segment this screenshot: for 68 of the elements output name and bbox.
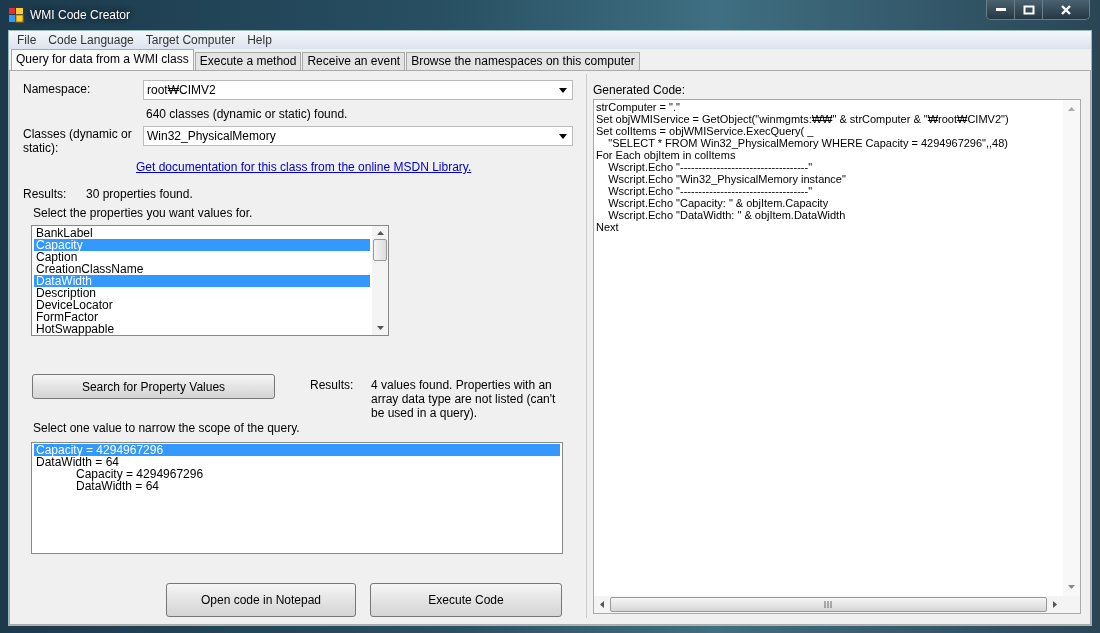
property-item[interactable]: Caption [34, 251, 370, 263]
property-item[interactable]: DeviceLocator [34, 299, 370, 311]
namespace-dropdown[interactable]: root₩CIMV2 [143, 80, 573, 100]
scroll-left-arrow-icon[interactable] [600, 601, 604, 608]
documentation-link[interactable]: Get documentation for this class from the online MSDN Library. [136, 160, 472, 174]
code-line: Wscript.Echo "DataWidth: " & objItem.DataWidth [607, 209, 847, 221]
scrollbar[interactable] [594, 596, 1080, 613]
property-item[interactable]: FormFactor [34, 311, 370, 323]
code-textarea[interactable] [593, 99, 1081, 614]
menu-item[interactable]: File [11, 33, 43, 47]
open-notepad-button[interactable]: Open code in Notepad [166, 583, 356, 617]
scrollbar[interactable] [1063, 100, 1080, 596]
scrollbar-thumb[interactable] [373, 239, 387, 261]
minimize-button[interactable] [987, 0, 1015, 19]
value-item[interactable]: DataWidth = 64 [34, 480, 560, 492]
property-item[interactable]: BankLabel [34, 227, 370, 239]
property-item[interactable]: Description [34, 287, 370, 299]
tab[interactable]: Execute a method [194, 52, 302, 70]
code-line: Set colItems = objWMIService.ExecQuery( _ [596, 125, 815, 137]
tab[interactable]: Query for data from a WMI class [11, 49, 194, 70]
classes-found-text: 640 classes (dynamic or static) found. [146, 106, 349, 122]
values-prompt: Select one value to narrow the scope of the query. [33, 421, 301, 435]
code-line: Wscript.Echo "-----------------------------------" [607, 161, 814, 173]
maximize-button[interactable] [1015, 0, 1043, 19]
scroll-down-arrow-icon[interactable] [376, 326, 384, 330]
namespace-label: Namespace: [23, 81, 92, 96]
properties-listbox[interactable]: BankLabel Capacity Caption CreationClassName DataWidth Description DeviceLocator FormFactor HotSwappable [31, 225, 389, 336]
property-item[interactable]: HotSwappable [34, 323, 370, 335]
values-results-label: Results: [310, 378, 355, 392]
grip-icon [824, 601, 833, 608]
scroll-right-arrow-icon[interactable] [1053, 601, 1057, 608]
execute-code-button[interactable]: Execute Code [370, 583, 562, 617]
scrollbar[interactable] [372, 226, 388, 335]
code-line: strComputer = "." [596, 101, 681, 113]
value-item[interactable]: DataWidth = 64 [34, 456, 560, 468]
scroll-down-arrow-icon[interactable] [1068, 585, 1075, 589]
tab[interactable]: Browse the namespaces on this computer [406, 52, 640, 70]
close-button[interactable] [1043, 0, 1089, 19]
app-icon [8, 7, 24, 23]
menu-item[interactable]: Help [241, 33, 278, 47]
menu-item[interactable]: Target Computer [139, 33, 242, 47]
tab[interactable]: Receive an event [302, 52, 406, 70]
search-property-values-button[interactable]: Search for Property Values [32, 374, 275, 399]
close-icon [1060, 4, 1072, 15]
generated-code-label: Generated Code: [593, 83, 687, 97]
properties-prompt: Select the properties you want values for. [33, 206, 254, 220]
code-line: Wscript.Echo "Capacity: " & objItem.Capacity [607, 197, 830, 209]
code-line: Wscript.Echo "-----------------------------------" [607, 185, 814, 197]
results-text: 30 properties found. [86, 187, 193, 201]
code-line: Next [596, 221, 620, 233]
maximize-icon [1022, 4, 1035, 15]
scroll-up-arrow-icon[interactable] [376, 231, 384, 235]
code-line: Wscript.Echo "Win32_PhysicalMemory instance" [607, 173, 847, 185]
code-line: Set objWMIService = GetObject("winmgmts:₩₩" & strComputer & "₩root₩CIMV2") [596, 113, 1010, 125]
window-title: WMI Code Creator [30, 8, 131, 22]
dropdown-arrow-icon [559, 87, 567, 93]
minimize-icon [995, 8, 1006, 11]
code-line: For Each objItem in colItems [596, 149, 737, 161]
results-label: Results: [23, 187, 68, 201]
values-listbox[interactable]: Capacity = 4294967296 DataWidth = 64 Capacity = 4294967296 DataWidth = 64 [31, 442, 563, 554]
classes-label: Classes (dynamic or static): [23, 126, 133, 155]
value-item[interactable]: Capacity = 4294967296 [34, 468, 560, 480]
dropdown-arrow-icon [559, 133, 567, 139]
property-item[interactable]: CreationClassName [34, 263, 370, 275]
menu-item[interactable]: Code Language [42, 33, 140, 47]
values-results-text: 4 values found. Properties with an array data type are not listed (can't be used in a query). [371, 378, 557, 420]
classes-dropdown[interactable]: Win32_PhysicalMemory [143, 126, 573, 146]
code-line: "SELECT * FROM Win32_PhysicalMemory WHERE Capacity = 4294967296",,48) [607, 137, 1010, 149]
